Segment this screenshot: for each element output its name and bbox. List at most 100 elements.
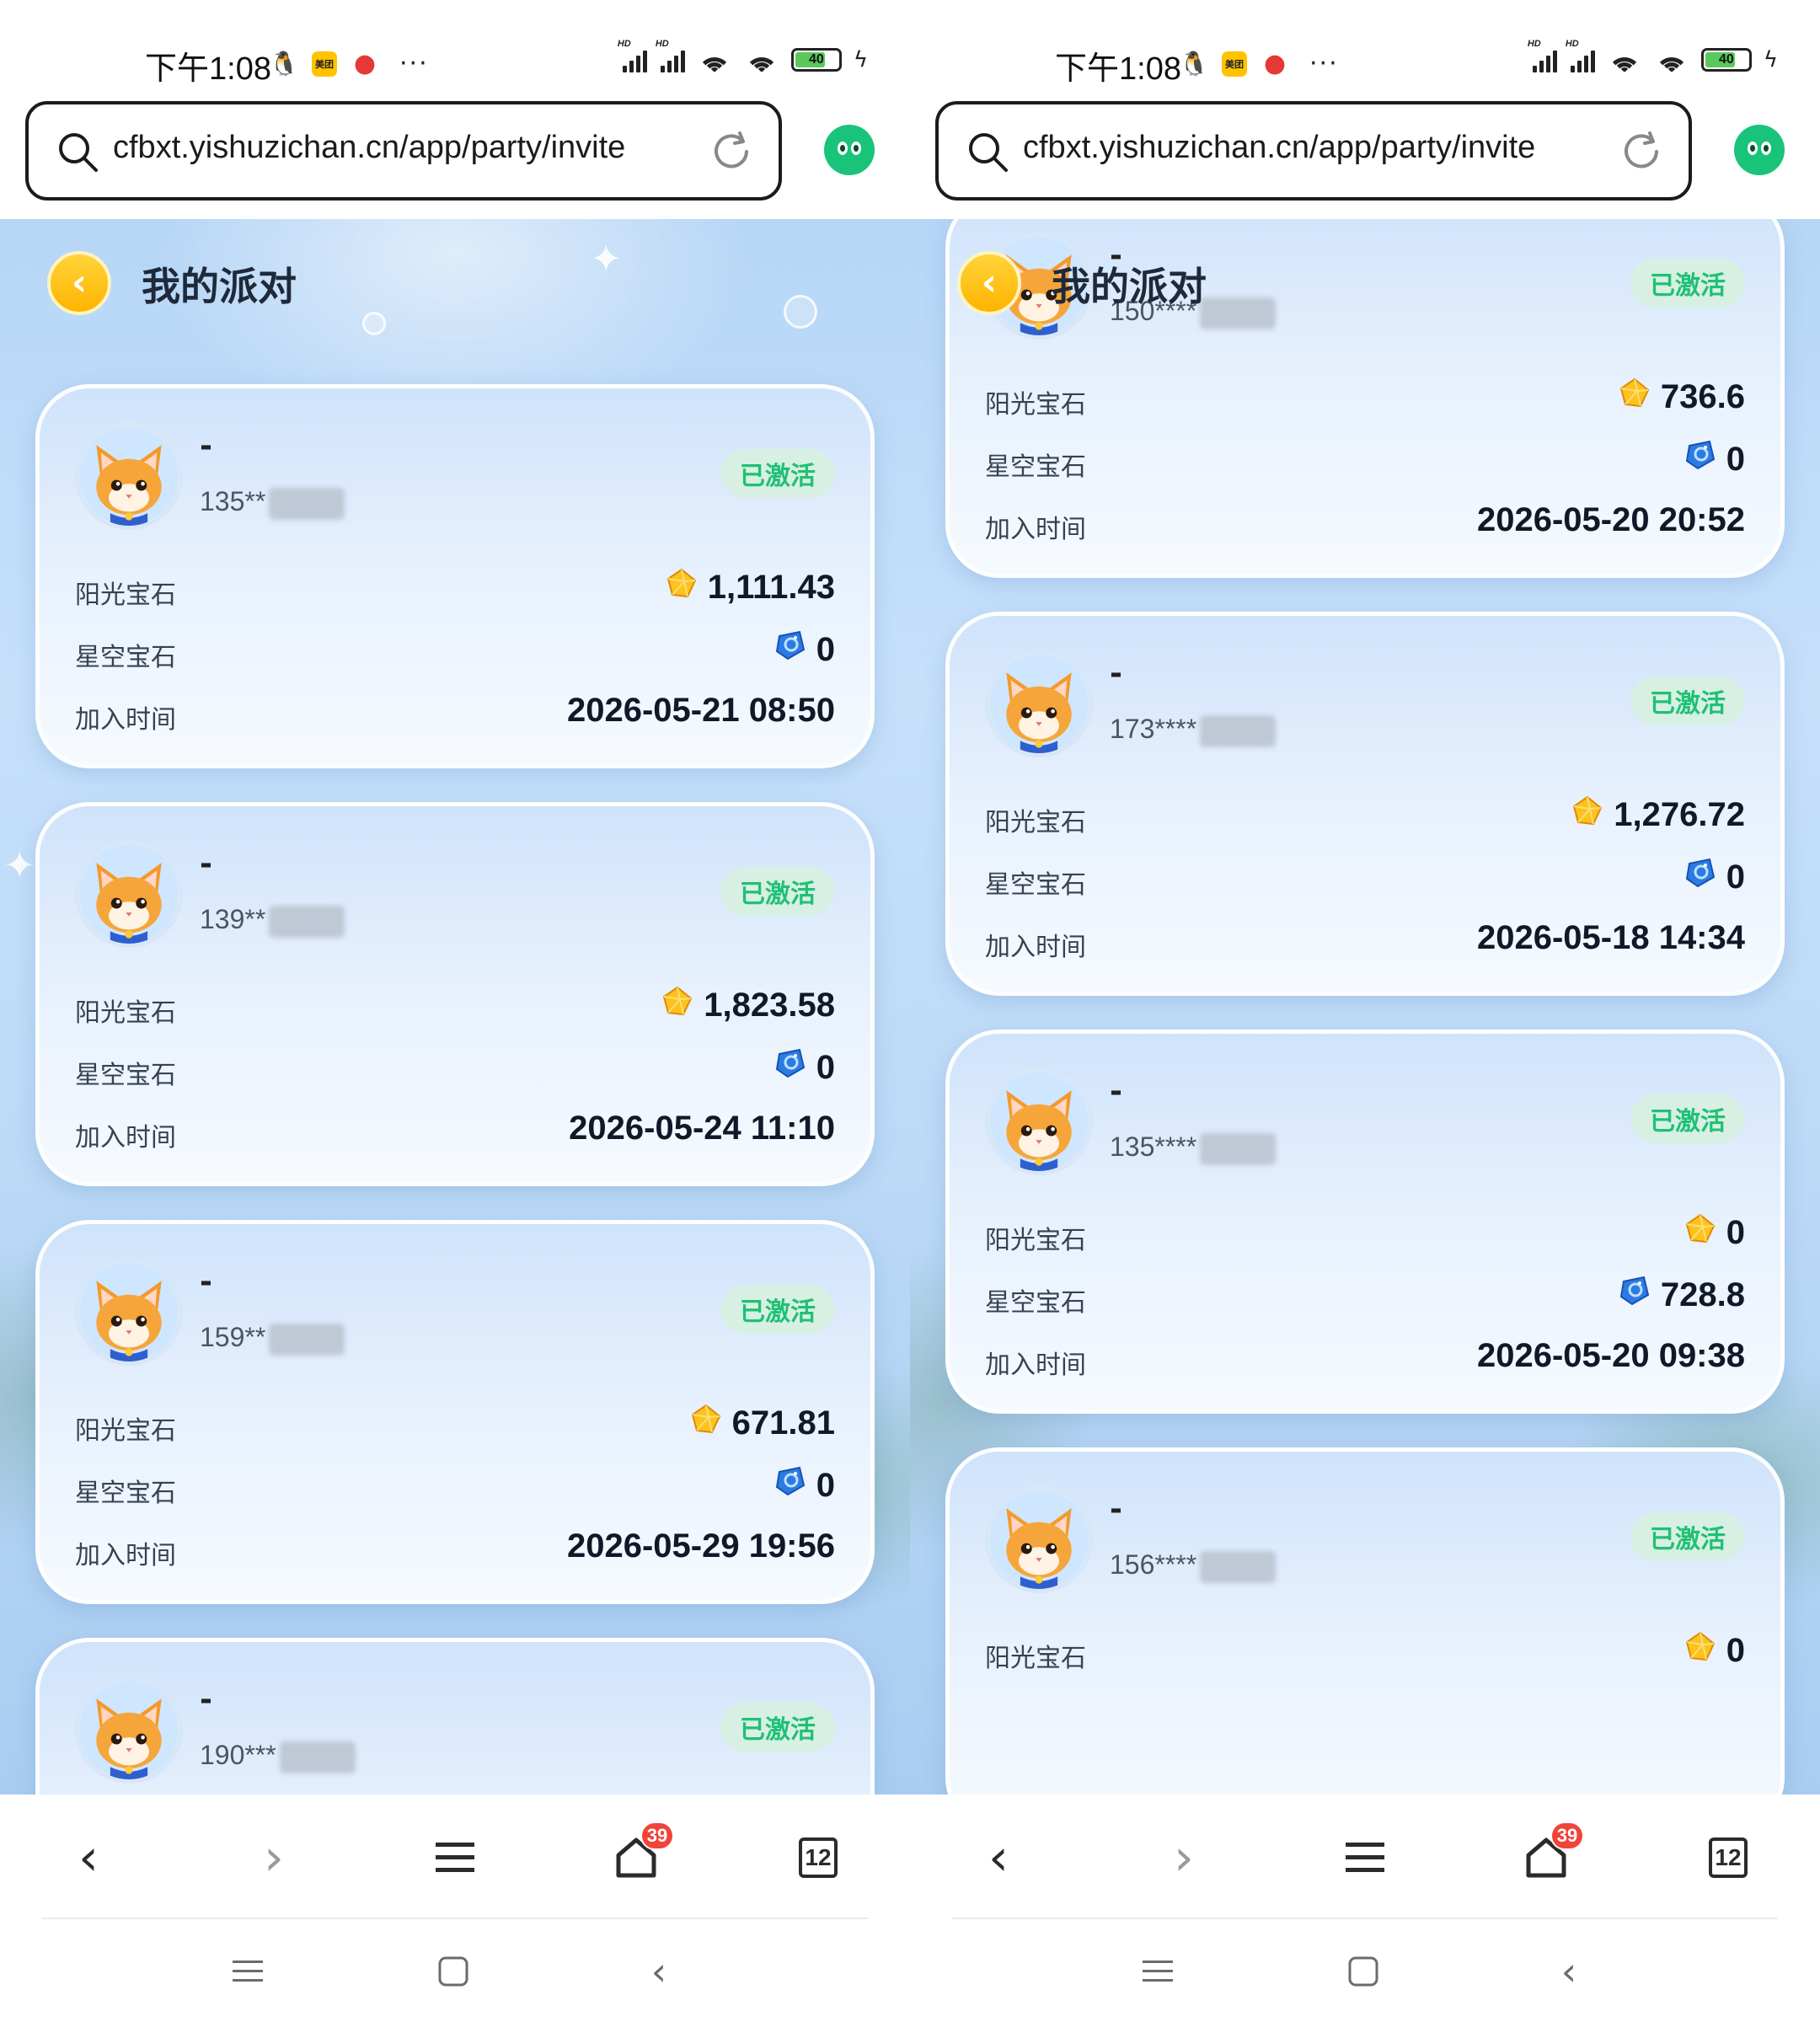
member-card[interactable]: - 135**** 已激活 阳光宝石 0 星空宝石 728.8 加入时间 2026-05-20 … [945,1030,1785,1414]
join-time-value: 2026-05-29 19:56 [566,1527,835,1565]
recent-apps-icon[interactable] [1132,1946,1183,1997]
star-gem-label: 星空宝石 [75,1479,176,1508]
member-nickname: - [200,1682,212,1717]
browser-toolbar: ‹ › 39 12 [0,1795,910,1918]
sun-gem-icon [1684,1630,1716,1671]
address-bar[interactable]: cfbxt.yishuzichan.cn/app/party/invite [25,101,782,201]
location-icon: ● [1263,49,1287,78]
sun-gem-value: 1,823.58 [661,985,835,1025]
redaction-blur [269,1323,345,1356]
sun-gem-icon [690,1403,722,1443]
address-bar[interactable]: cfbxt.yishuzichan.cn/app/party/invite [935,101,1692,201]
menu-icon[interactable] [426,1828,484,1887]
member-phone: 173**** [1110,714,1277,747]
tabs-icon[interactable]: 12 [789,1828,848,1887]
star-gem-icon [1619,1275,1651,1315]
sun-gem-icon [1684,1212,1716,1253]
reload-icon[interactable] [1619,130,1663,174]
member-nickname: - [200,429,212,463]
star-gem-icon [1684,857,1716,897]
redaction-blur [1200,714,1277,747]
member-phone: 135**** [1110,1131,1277,1165]
page-back-button[interactable]: ‹ [957,251,1021,315]
sun-gem-value: 1,276.72 [1571,794,1745,835]
status-badge: 已激活 [720,449,835,498]
member-card[interactable]: - 156**** 已激活 阳光宝石 0 [945,1447,1785,1795]
signal-icon: HD [656,39,685,72]
extension-icon[interactable] [824,125,875,175]
location-icon: ● [353,49,377,78]
menu-icon[interactable] [1336,1828,1394,1887]
join-time-row: 加入时间 2026-05-20 20:52 [985,498,1745,545]
member-phone: 156**** [1110,1549,1277,1583]
back-nav-icon[interactable]: ‹ [1544,1946,1594,1997]
avatar [75,422,183,530]
member-nickname: - [200,847,212,881]
star-gem-icon [774,1047,806,1088]
battery-icon: 40 [1700,48,1752,72]
member-card[interactable]: - 139** 已激活 阳光宝石 1,823.58 星空宝石 0 加入时间 2026-05-24… [35,802,875,1186]
join-time-row: 加入时间 2026-05-20 09:38 [985,1334,1745,1381]
star-gem-row: 星空宝石 0 [985,853,1745,901]
reload-icon[interactable] [709,130,753,174]
status-badge: 已激活 [720,1703,835,1752]
sun-gem-value: 736.6 [1619,377,1745,417]
charging-icon: ϟ [853,47,868,72]
divider [42,1918,868,1919]
sun-gem-row: 阳光宝石 671.81 [75,1399,835,1447]
back-icon[interactable]: ‹ [59,1828,118,1887]
page-back-button[interactable]: ‹ [47,251,111,315]
page-header: ‹ 我的派对 [910,219,1820,337]
member-card[interactable]: - 190*** 已激活 [35,1638,875,1795]
star-gem-value: 0 [1684,439,1745,479]
home-nav-icon[interactable] [1338,1946,1389,1997]
star-gem-icon [774,629,806,670]
back-nav-icon[interactable]: ‹ [634,1946,684,1997]
star-gem-value: 728.8 [1619,1275,1745,1315]
join-time-value: 2026-05-20 20:52 [1476,501,1745,538]
extension-icon[interactable] [1734,125,1785,175]
sun-gem-label: 阳光宝石 [75,1416,176,1446]
wifi-icon [697,47,732,72]
status-bar: 下午1:08 🐧 美团 ● ··· HD HD 40 ϟ [0,0,910,94]
home-nav-icon[interactable] [428,1946,479,1997]
sun-gem-label: 阳光宝石 [985,390,1086,420]
join-time-value: 2026-05-21 08:50 [566,692,835,729]
member-phone: 135** [200,486,345,520]
recent-apps-icon[interactable] [222,1946,273,1997]
tabs-icon[interactable]: 12 [1699,1828,1758,1887]
star-gem-label: 星空宝石 [75,1061,176,1090]
star-gem-label: 星空宝石 [985,452,1086,482]
home-icon[interactable]: 39 [607,1821,674,1887]
status-badge: 已激活 [1630,1094,1745,1143]
member-card[interactable]: - 173**** 已激活 阳光宝石 1,276.72 星空宝石 0 加入时间 2026-05-… [945,612,1785,996]
side-by-side-screenshots: 下午1:08 🐧 美团 ● ··· HD HD 40 ϟ cfbxt.yishu… [0,0,1820,2022]
star-gem-value: 0 [1684,857,1745,897]
url-text[interactable]: cfbxt.yishuzichan.cn/app/party/invite [1023,130,1535,166]
sun-gem-value: 1,111.43 [666,567,835,607]
join-time-label: 加入时间 [985,933,1086,962]
sun-gem-label: 阳光宝石 [985,1226,1086,1255]
redaction-blur [1200,1550,1277,1583]
star-gem-label: 星空宝石 [985,870,1086,900]
member-card[interactable]: - 159** 已激活 阳光宝石 671.81 星空宝石 0 加入时间 2026-05-29 1… [35,1220,875,1604]
home-icon[interactable]: 39 [1517,1821,1584,1887]
forward-icon[interactable]: › [1154,1828,1213,1887]
divider [952,1918,1778,1919]
member-nickname: - [1110,1492,1122,1527]
member-nickname: - [1110,656,1122,691]
avatar [75,1258,183,1366]
wifi-icon [1654,47,1689,72]
url-text[interactable]: cfbxt.yishuzichan.cn/app/party/invite [113,130,625,166]
status-badge: 已激活 [1630,1512,1745,1561]
forward-icon[interactable]: › [244,1828,303,1887]
sun-gem-row: 阳光宝石 1,276.72 [985,791,1745,838]
status-badge: 已激活 [720,867,835,916]
wifi-icon [1607,47,1642,72]
join-time-row: 加入时间 2026-05-29 19:56 [75,1524,835,1571]
member-card[interactable]: - 135** 已激活 阳光宝石 1,111.43 星空宝石 0 加入时间 2026-05-21… [35,384,875,768]
page-header: ‹ 我的派对 [0,219,910,337]
signal-icon: HD [618,39,647,72]
back-icon[interactable]: ‹ [969,1828,1028,1887]
sun-gem-label: 阳光宝石 [75,580,176,610]
